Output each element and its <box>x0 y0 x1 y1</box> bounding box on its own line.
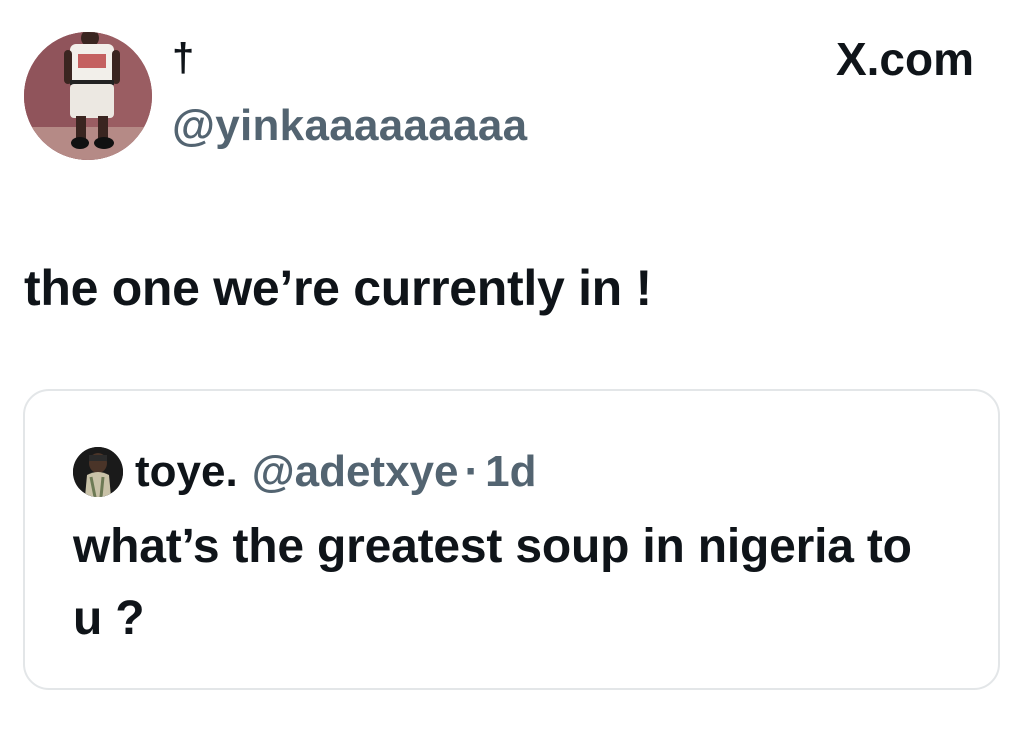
avatar-photo-icon <box>24 32 152 160</box>
author-avatar[interactable] <box>24 32 152 160</box>
quoted-tweet-header: toye. @adetxye · 1d <box>73 445 537 499</box>
tweet-text: the one we’re currently in ! <box>24 260 652 316</box>
quoted-tweet-text: what’s the greatest soup in nigeria to u… <box>73 520 912 645</box>
quoted-author-handle[interactable]: @adetxye <box>252 447 459 497</box>
quoted-author-avatar[interactable] <box>73 447 123 497</box>
quoted-author-name[interactable]: toye. <box>135 447 238 497</box>
author-display-name[interactable]: † <box>172 34 194 82</box>
quoted-tweet-card[interactable]: toye. @adetxye · 1d what’s the greatest … <box>23 389 1000 690</box>
quoted-timestamp[interactable]: 1d <box>485 447 536 497</box>
quoted-separator: · <box>464 447 480 496</box>
tweet-screenshot: † @yinkaaaaaaaaa X.com the one we’re cur… <box>0 0 1024 734</box>
site-brand: X.com <box>836 32 974 86</box>
author-handle[interactable]: @yinkaaaaaaaaa <box>172 100 527 152</box>
quoted-avatar-photo-icon <box>73 447 123 497</box>
site-brand-text: X.com <box>835 33 974 85</box>
